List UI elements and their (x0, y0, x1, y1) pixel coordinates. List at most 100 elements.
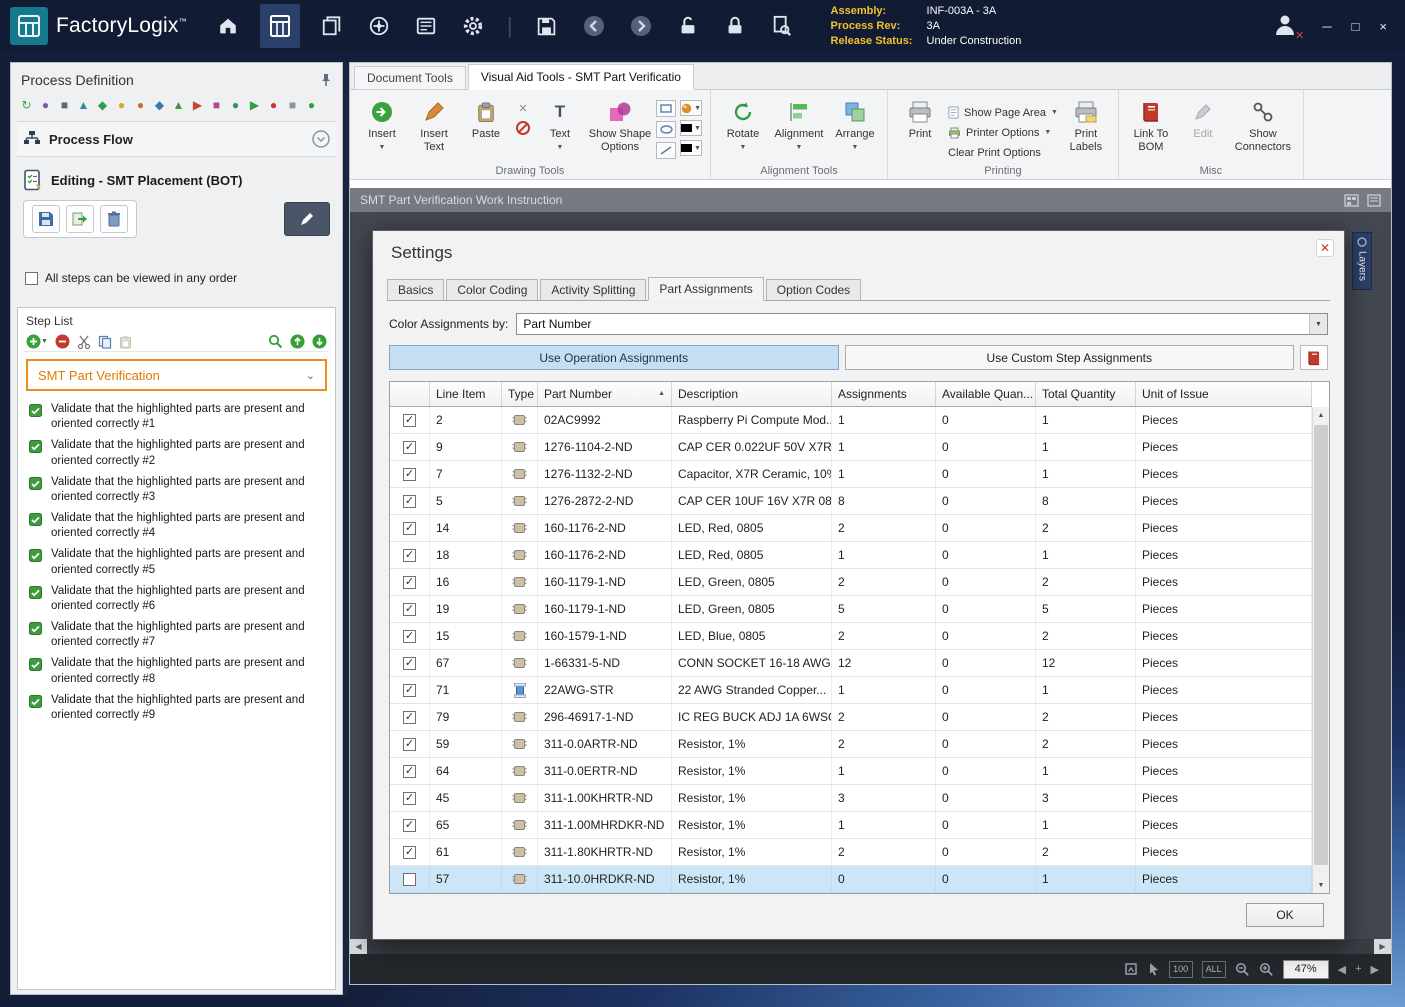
column-header-type[interactable]: Type (502, 382, 538, 406)
step-item[interactable]: Validate that the highlighted parts are … (24, 653, 329, 689)
row-checkbox[interactable]: ✓ (403, 657, 416, 670)
forward-icon[interactable] (626, 9, 656, 43)
pan-left-icon[interactable]: ◀ (1338, 963, 1346, 976)
pin-icon[interactable] (320, 73, 332, 87)
edit-step-button[interactable] (284, 202, 330, 236)
line-shape-icon[interactable] (656, 142, 676, 159)
tab-visual-aid-tools[interactable]: Visual Aid Tools - SMT Part Verificatio (468, 64, 694, 90)
pause-icon[interactable]: ■ (285, 96, 300, 114)
step-item[interactable]: Validate that the highlighted parts are … (24, 435, 329, 471)
table-row[interactable]: ✓79296-46917-1-NDIC REG BUCK ADJ 1A 6WSO… (390, 704, 1312, 731)
step-item[interactable]: Validate that the highlighted parts are … (24, 617, 329, 653)
pan-right-icon[interactable]: ▶ (1371, 963, 1379, 976)
column-header-total-quantity[interactable]: Total Quantity (1036, 382, 1136, 406)
export-icon[interactable]: ▲ (76, 96, 91, 114)
row-checkbox[interactable]: ✓ (403, 630, 416, 643)
play-icon[interactable]: ▶ (247, 96, 262, 114)
ellipse-shape-icon[interactable] (656, 121, 676, 138)
find-step-icon[interactable] (268, 334, 283, 349)
table-row[interactable]: ✓671-66331-5-NDCONN SOCKET 16-18 AWG...1… (390, 650, 1312, 677)
table-scrollbar[interactable]: ▲ ▼ (1312, 407, 1329, 893)
row-checkbox[interactable]: ✓ (403, 522, 416, 535)
row-checkbox[interactable]: ✓ (403, 495, 416, 508)
save-step-button[interactable] (32, 205, 60, 233)
move-step-up-icon[interactable] (290, 334, 305, 349)
edit-button[interactable]: Edit (1179, 94, 1227, 160)
use-operation-assignments-button[interactable]: Use Operation Assignments (389, 345, 839, 370)
step-item[interactable]: Validate that the highlighted parts are … (24, 472, 329, 508)
thumbnails-icon[interactable] (1344, 194, 1359, 207)
column-header-unit-of-issue[interactable]: Unit of Issue (1136, 382, 1312, 406)
settings-tab-color-coding[interactable]: Color Coding (446, 279, 538, 301)
team-icon[interactable]: ◆ (152, 96, 167, 114)
table-row[interactable]: ✓202AC9992Raspberry Pi Compute Mod...101… (390, 407, 1312, 434)
process-flow-header[interactable]: Process Flow (17, 121, 336, 157)
step-item[interactable]: Validate that the highlighted parts are … (24, 581, 329, 617)
step-item[interactable]: Validate that the highlighted parts are … (24, 508, 329, 544)
ok-button[interactable]: OK (1246, 903, 1324, 927)
table-row[interactable]: ✓91276-1104-2-NDCAP CER 0.022UF 50V X7R.… (390, 434, 1312, 461)
row-checkbox[interactable]: ✓ (403, 576, 416, 589)
show-connectors-button[interactable]: Show Connectors (1231, 94, 1295, 160)
row-checkbox[interactable]: ✓ (403, 468, 416, 481)
row-checkbox[interactable]: ✓ (403, 549, 416, 562)
import-step-button[interactable] (66, 205, 94, 233)
table-row[interactable]: ✓7122AWG-STR22 AWG Stranded Copper...101… (390, 677, 1312, 704)
webcast-icon[interactable]: ● (38, 96, 53, 114)
print-labels-button[interactable]: Print Labels (1062, 94, 1110, 160)
row-checkbox[interactable]: ✓ (403, 711, 416, 724)
table-row[interactable]: ✓45311-1.00KHRTR-NDResistor, 1%303Pieces (390, 785, 1312, 812)
print-icon[interactable]: ■ (57, 96, 72, 114)
table-row[interactable]: ✓65311-1.00MHRDKR-NDResistor, 1%101Piece… (390, 812, 1312, 839)
collapse-icon[interactable] (312, 130, 330, 148)
documents-icon[interactable] (317, 9, 347, 43)
row-checkbox[interactable]: ✓ (403, 414, 416, 427)
paste-icon[interactable] (119, 335, 132, 349)
person-icon[interactable]: ● (133, 96, 148, 114)
user-status-icon[interactable]: ✕ (1272, 12, 1300, 40)
zoom-in-icon[interactable] (1259, 962, 1274, 977)
row-checkbox[interactable]: ✓ (403, 441, 416, 454)
sphere-style-icon[interactable]: ▼ (680, 100, 702, 116)
zoom-level-value[interactable]: 47% (1283, 960, 1329, 979)
zoom-fit-all-button[interactable]: ALL (1202, 961, 1226, 978)
column-header-line-item[interactable]: Line Item (430, 382, 502, 406)
maximize-button[interactable]: □ (1352, 19, 1360, 34)
settings-tab-part-assignments[interactable]: Part Assignments (648, 277, 763, 301)
move-step-down-icon[interactable] (312, 334, 327, 349)
refresh-icon[interactable]: ↻ (19, 96, 34, 114)
news-icon[interactable] (411, 9, 441, 43)
insert-button[interactable]: Insert▼ (358, 94, 406, 160)
print-button[interactable]: Print (896, 94, 944, 160)
table-row[interactable]: ✓61311-1.80KHRTR-NDResistor, 1%202Pieces (390, 839, 1312, 866)
stroke-color-picker[interactable]: ▼ (680, 120, 702, 136)
table-row[interactable]: ✓51276-2872-2-NDCAP CER 10UF 16V X7R 080… (390, 488, 1312, 515)
globe-icon[interactable]: ● (228, 96, 243, 114)
settings-tab-basics[interactable]: Basics (387, 279, 444, 301)
tab-document-tools[interactable]: Document Tools (354, 66, 466, 89)
scrollbar-thumb[interactable] (1314, 425, 1328, 865)
fill-color-picker[interactable]: ▼ (680, 140, 702, 156)
step-item[interactable]: Validate that the highlighted parts are … (24, 544, 329, 580)
any-order-checkbox[interactable] (25, 272, 38, 285)
insert-text-button[interactable]: Insert Text (410, 94, 458, 160)
record-icon[interactable]: ● (266, 96, 281, 114)
table-row[interactable]: ✓16160-1179-1-NDLED, Green, 0805202Piece… (390, 569, 1312, 596)
user-icon[interactable]: ● (114, 96, 129, 114)
layers-tab[interactable]: Layers (1352, 232, 1372, 290)
settings-tab-activity-splitting[interactable]: Activity Splitting (540, 279, 646, 301)
alignment-button[interactable]: Alignment▼ (771, 94, 827, 160)
shield-icon[interactable]: ▲ (171, 96, 186, 114)
minimize-button[interactable]: ─ (1322, 19, 1331, 34)
selected-step[interactable]: SMT Part Verification ⌄ (26, 359, 327, 391)
audit-search-icon[interactable] (767, 9, 797, 43)
home-icon[interactable] (213, 9, 243, 43)
document-settings-icon[interactable] (1367, 194, 1381, 207)
table-row[interactable]: ✓14160-1176-2-NDLED, Red, 0805202Pieces (390, 515, 1312, 542)
paste-button[interactable]: Paste (462, 94, 510, 160)
row-checkbox[interactable]: ✓ (403, 846, 416, 859)
row-checkbox[interactable]: ✓ (403, 792, 416, 805)
dialog-close-icon[interactable]: ✕ (1316, 239, 1334, 257)
table-row[interactable]: 57311-10.0HRDKR-NDResistor, 1%001Pieces (390, 866, 1312, 893)
color-assignments-select[interactable]: Part Number ▼ (516, 313, 1328, 335)
